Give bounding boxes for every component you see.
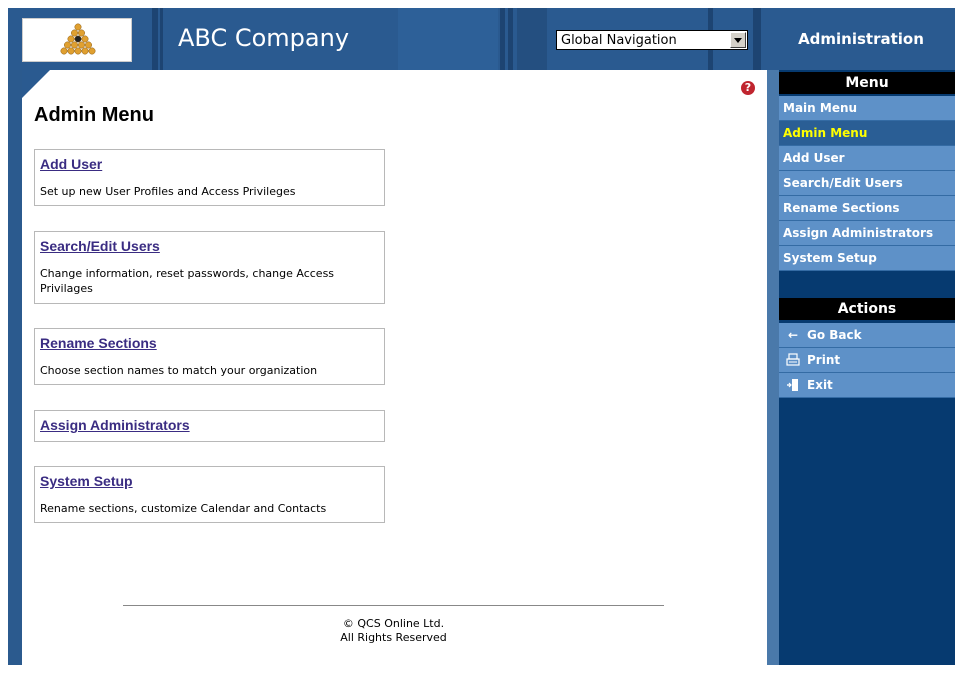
print-label: Print — [807, 353, 841, 367]
sidebar-divider — [767, 8, 779, 665]
exit-door-icon — [785, 373, 801, 400]
card-description: Rename sections, customize Calendar and … — [40, 502, 327, 515]
card-add-user: Add User Set up new User Profiles and Ac… — [34, 149, 385, 206]
dropdown-arrow-icon[interactable] — [730, 32, 746, 48]
add-user-link[interactable]: Add User — [40, 156, 102, 172]
global-navigation-value: Global Navigation — [561, 33, 677, 48]
exit-label: Exit — [807, 378, 833, 392]
sidebar-item-main-menu[interactable]: Main Menu — [779, 96, 955, 121]
card-description: Change information, reset passwords, cha… — [40, 267, 335, 295]
arrow-left-icon: ← — [787, 328, 799, 342]
search-edit-users-link[interactable]: Search/Edit Users — [40, 238, 160, 254]
copyright-line: © QCS Online Ltd. — [342, 617, 445, 630]
global-navigation-select[interactable]: Global Navigation — [556, 30, 748, 50]
sidebar: Administration Menu Main Menu Admin Menu… — [767, 8, 955, 665]
main-area: ABC Company Global Navigation ? Admin Me… — [8, 8, 767, 665]
header-bar: ABC Company Global Navigation — [8, 8, 767, 70]
logo-icon — [60, 23, 96, 55]
admin-page: ABC Company Global Navigation ? Admin Me… — [0, 0, 955, 673]
sidebar-item-assign-administrators[interactable]: Assign Administrators — [779, 221, 955, 246]
exit-button[interactable]: Exit — [779, 373, 955, 398]
go-back-label: Go Back — [807, 328, 862, 342]
sidebar-item-rename-sections[interactable]: Rename Sections — [779, 196, 955, 221]
rights-line: All Rights Reserved — [340, 631, 447, 644]
card-rename-sections: Rename Sections Choose section names to … — [34, 328, 385, 385]
card-description: Set up new User Profiles and Access Priv… — [40, 185, 296, 198]
card-search-edit-users: Search/Edit Users Change information, re… — [34, 231, 385, 304]
help-icon[interactable]: ? — [741, 81, 755, 95]
printer-icon — [785, 348, 801, 375]
assign-administrators-link[interactable]: Assign Administrators — [40, 417, 190, 433]
print-button[interactable]: Print — [779, 348, 955, 373]
menu-heading: Menu — [779, 72, 955, 94]
sidebar-item-system-setup[interactable]: System Setup — [779, 246, 955, 271]
card-description: Choose section names to match your organ… — [40, 364, 318, 377]
content-panel: ? Admin Menu Add User Set up new User Pr… — [22, 70, 767, 665]
sidebar-title: Administration — [798, 30, 924, 48]
sidebar-item-admin-menu[interactable]: Admin Menu — [779, 121, 955, 146]
footer-copyright: © QCS Online Ltd. All Rights Reserved — [123, 617, 664, 645]
corner-notch — [22, 70, 50, 98]
rename-sections-link[interactable]: Rename Sections — [40, 335, 157, 351]
card-assign-administrators: Assign Administrators — [34, 410, 385, 442]
company-logo — [22, 18, 132, 62]
page-title: Admin Menu — [34, 104, 154, 126]
sidebar-item-add-user[interactable]: Add User — [779, 146, 955, 171]
card-system-setup: System Setup Rename sections, customize … — [34, 466, 385, 523]
footer-divider — [123, 605, 664, 606]
actions-heading: Actions — [779, 298, 955, 320]
sidebar-item-search-edit-users[interactable]: Search/Edit Users — [779, 171, 955, 196]
company-name: ABC Company — [178, 24, 350, 52]
go-back-button[interactable]: ← Go Back — [779, 323, 955, 348]
system-setup-link[interactable]: System Setup — [40, 473, 133, 489]
